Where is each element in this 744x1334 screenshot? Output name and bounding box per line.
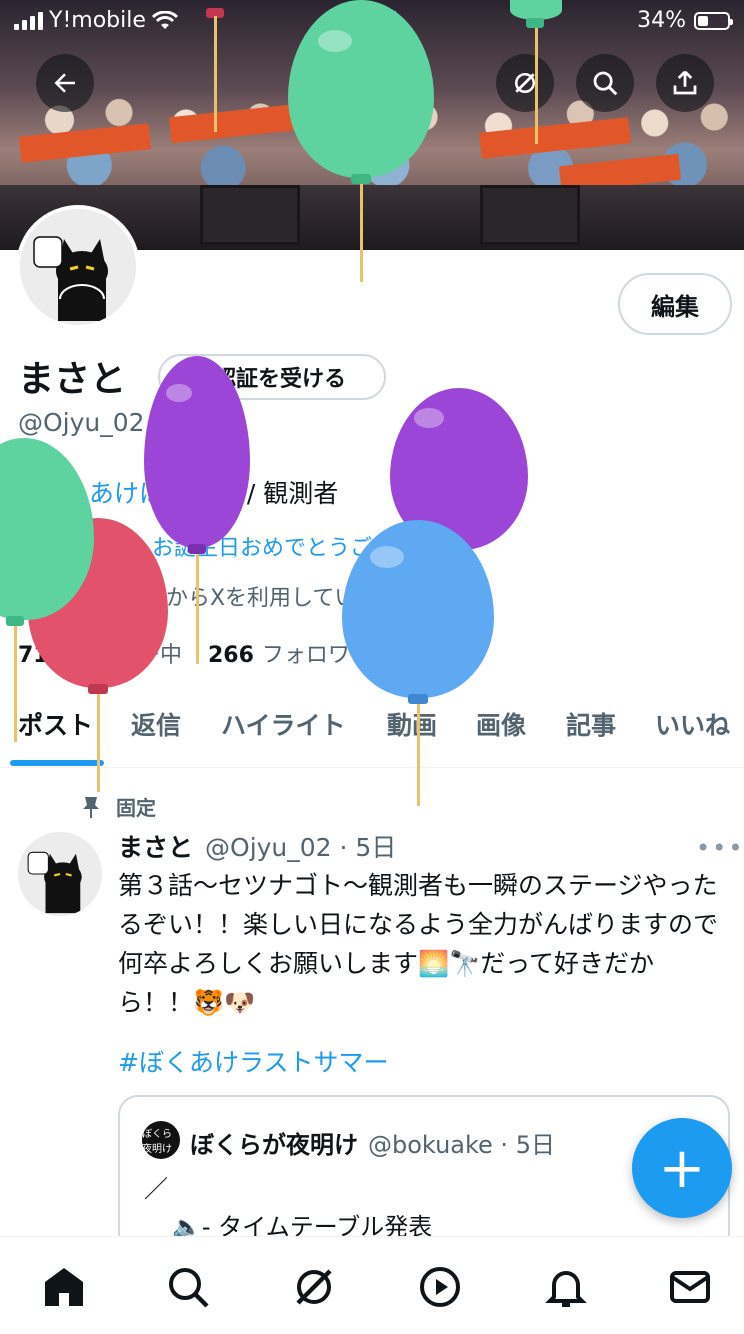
quote-header: ぼくらが夜明け @bokuake · 5日 <box>190 1125 555 1160</box>
pinned-text: 固定 <box>116 796 156 820</box>
nav-video[interactable] <box>416 1263 464 1311</box>
battery-icon <box>694 11 733 30</box>
post-author-handle: @Ojyu_02 · 5日 <box>205 833 397 862</box>
share-button[interactable] <box>656 54 714 112</box>
tab-articles[interactable]: 記事 <box>566 706 616 742</box>
cat-avatar-image <box>18 832 102 916</box>
tab-images[interactable]: 画像 <box>476 706 526 742</box>
video-icon <box>420 1267 460 1307</box>
back-arrow-icon <box>54 73 75 93</box>
post-hashtag[interactable]: #ぼくあけラストサマー <box>118 1043 388 1079</box>
search-icon <box>593 71 618 96</box>
back-button[interactable] <box>36 54 94 112</box>
pin-icon <box>83 796 99 818</box>
post-header: まさと @Ojyu_02 · 5日 <box>118 828 396 864</box>
quote-text-line: ／ <box>144 1175 168 1203</box>
nav-search[interactable] <box>164 1263 212 1311</box>
tab-videos[interactable]: 動画 <box>387 706 437 742</box>
more-options-icon[interactable]: ••• <box>696 834 744 862</box>
pinned-label: 固定 <box>80 792 156 821</box>
search-icon <box>169 1268 209 1308</box>
nav-messages[interactable] <box>666 1263 714 1311</box>
active-tab-indicator <box>10 760 104 766</box>
quote-author-name: ぼくらが夜明け <box>190 1131 358 1159</box>
tab-posts[interactable]: ポスト <box>18 706 93 742</box>
bio-text: / 観測者 <box>238 479 339 508</box>
grok-button[interactable] <box>496 54 554 112</box>
home-icon <box>45 1268 83 1306</box>
nav-home[interactable] <box>40 1263 88 1311</box>
profile-name: まさと <box>18 359 127 400</box>
profile-avatar[interactable] <box>16 205 140 329</box>
compose-post-button[interactable]: + <box>632 1118 732 1218</box>
edit-profile-button[interactable]: 編集 <box>618 273 732 335</box>
battery: 34% <box>637 8 733 33</box>
followers-count: 266 <box>207 643 254 668</box>
grok-icon <box>296 1269 332 1305</box>
search-button[interactable] <box>576 54 634 112</box>
banner-speaker <box>200 185 300 245</box>
tab-likes[interactable]: いいね <box>655 706 730 742</box>
share-icon <box>673 70 697 95</box>
quote-author-handle: @bokuake · 5日 <box>368 1131 555 1159</box>
quote-avatar: ぼくら夜明け <box>142 1121 180 1159</box>
tab-highlights[interactable]: ハイライト <box>221 706 346 742</box>
nav-grok[interactable] <box>290 1263 338 1311</box>
profile-handle: @Ojyu_02 <box>18 408 145 437</box>
cat-avatar-image <box>20 209 136 325</box>
bell-icon <box>545 1271 587 1307</box>
bottom-navigation <box>0 1236 744 1334</box>
banner-speaker <box>480 185 580 245</box>
profile-tabs: ポスト 返信 ハイライト 動画 画像 記事 いいね <box>0 680 744 768</box>
battery-percent: 34% <box>637 8 686 33</box>
mail-icon <box>670 1271 710 1303</box>
post-author-name[interactable]: まさと <box>118 828 193 864</box>
post-text: 第３話〜セツナゴト〜観測者も一瞬のステージやったるぞい！！楽しい日になるよう全力… <box>118 871 719 1017</box>
tab-replies[interactable]: 返信 <box>131 706 181 742</box>
nav-notifications[interactable] <box>542 1263 590 1311</box>
post-avatar[interactable] <box>18 832 102 916</box>
